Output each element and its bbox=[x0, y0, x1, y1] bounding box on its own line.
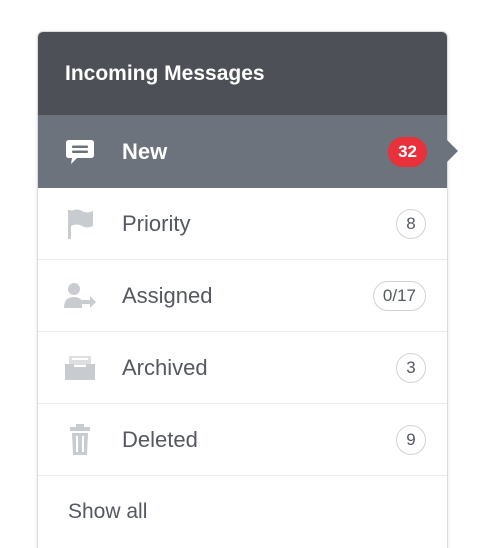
folder-item-label: Priority bbox=[122, 210, 191, 236]
folder-item-deleted[interactable]: Deleted 9 bbox=[38, 404, 447, 476]
folder-item-assigned[interactable]: Assigned 0/17 bbox=[38, 260, 447, 332]
panel-header: Incoming Messages bbox=[38, 32, 447, 115]
folder-item-priority[interactable]: Priority 8 bbox=[38, 188, 447, 260]
count-badge: 8 bbox=[396, 208, 426, 239]
flag-icon bbox=[63, 207, 97, 241]
archive-box-icon bbox=[63, 351, 97, 385]
folder-item-archived[interactable]: Archived 3 bbox=[38, 332, 447, 404]
count-badge: 0/17 bbox=[372, 280, 426, 311]
assign-user-icon bbox=[63, 279, 97, 313]
folder-item-label: New bbox=[122, 138, 168, 164]
panel-title: Incoming Messages bbox=[65, 61, 265, 85]
folder-item-label: Assigned bbox=[122, 282, 213, 308]
chat-bubble-icon bbox=[63, 135, 97, 169]
folder-item-label: Archived bbox=[122, 354, 208, 380]
show-all-link[interactable]: Show all bbox=[68, 500, 147, 524]
message-folder-list: New 32 Priority 8 Assigned 0/17 Archived… bbox=[38, 115, 458, 547]
panel-footer: Show all bbox=[38, 476, 447, 547]
trash-icon bbox=[63, 423, 97, 457]
count-badge: 3 bbox=[396, 352, 426, 383]
count-badge: 9 bbox=[396, 424, 426, 455]
unread-count-badge: 32 bbox=[388, 136, 427, 167]
incoming-messages-panel: Incoming Messages New 32 Priority 8 Assi… bbox=[37, 31, 458, 548]
folder-item-label: Deleted bbox=[122, 426, 198, 452]
folder-item-new[interactable]: New 32 bbox=[38, 115, 458, 188]
